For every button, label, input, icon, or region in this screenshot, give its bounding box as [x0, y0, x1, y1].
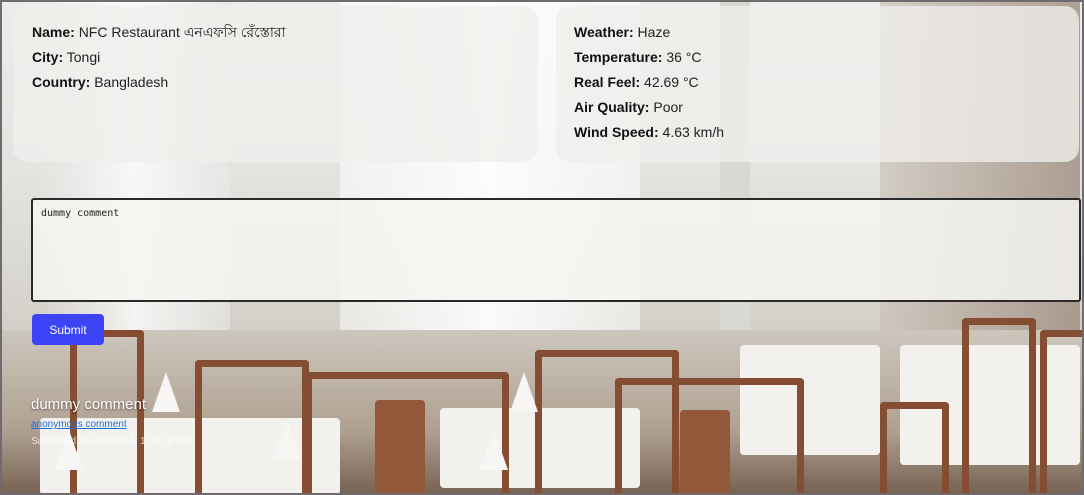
weather-row: Weather: Haze	[574, 20, 1061, 45]
comment-text: dummy comment	[31, 396, 147, 413]
real-feel-value: 42.69 °C	[644, 74, 699, 90]
wind-speed-row: Wind Speed: 4.63 km/h	[574, 120, 1061, 145]
place-city-row: City: Tongi	[32, 45, 519, 70]
submit-button[interactable]: Submit	[32, 314, 104, 345]
place-name-row: Name: NFC Restaurant এনএফসি রেঁস্তোরা	[32, 20, 519, 45]
comment-item: dummy comment anonymous comment Submitte…	[31, 396, 191, 447]
temperature-row: Temperature: 36 °C	[574, 45, 1061, 70]
place-city-label: City:	[32, 49, 64, 65]
place-country-label: Country:	[32, 74, 91, 90]
place-country-row: Country: Bangladesh	[32, 70, 519, 95]
weather-label: Weather:	[574, 24, 634, 40]
real-feel-row: Real Feel: 42.69 °C	[574, 70, 1061, 95]
comment-author-link[interactable]: anonymous comment	[31, 419, 191, 430]
place-country-value: Bangladesh	[94, 74, 169, 90]
comment-timestamp: Submitted at 4/27/2024, 1:16:18 PM	[31, 436, 192, 447]
temperature-label: Temperature:	[574, 49, 663, 65]
comment-textarea[interactable]: dummy comment	[31, 198, 1081, 302]
weather-value: Haze	[637, 24, 671, 40]
real-feel-label: Real Feel:	[574, 74, 641, 90]
air-quality-value: Poor	[653, 99, 683, 115]
weather-info-card: Weather: Haze Temperature: 36 °C Real Fe…	[556, 6, 1079, 162]
air-quality-row: Air Quality: Poor	[574, 95, 1061, 120]
place-info-card: Name: NFC Restaurant এনএফসি রেঁস্তোরা Ci…	[13, 6, 538, 162]
wind-speed-label: Wind Speed:	[574, 124, 659, 140]
place-name-label: Name:	[32, 24, 75, 40]
wind-speed-value: 4.63 km/h	[662, 124, 725, 140]
temperature-value: 36 °C	[666, 49, 702, 65]
place-city-value: Tongi	[66, 49, 101, 65]
place-name-value: NFC Restaurant এনএফসি রেঁস্তোরা	[78, 24, 286, 40]
air-quality-label: Air Quality:	[574, 99, 650, 115]
